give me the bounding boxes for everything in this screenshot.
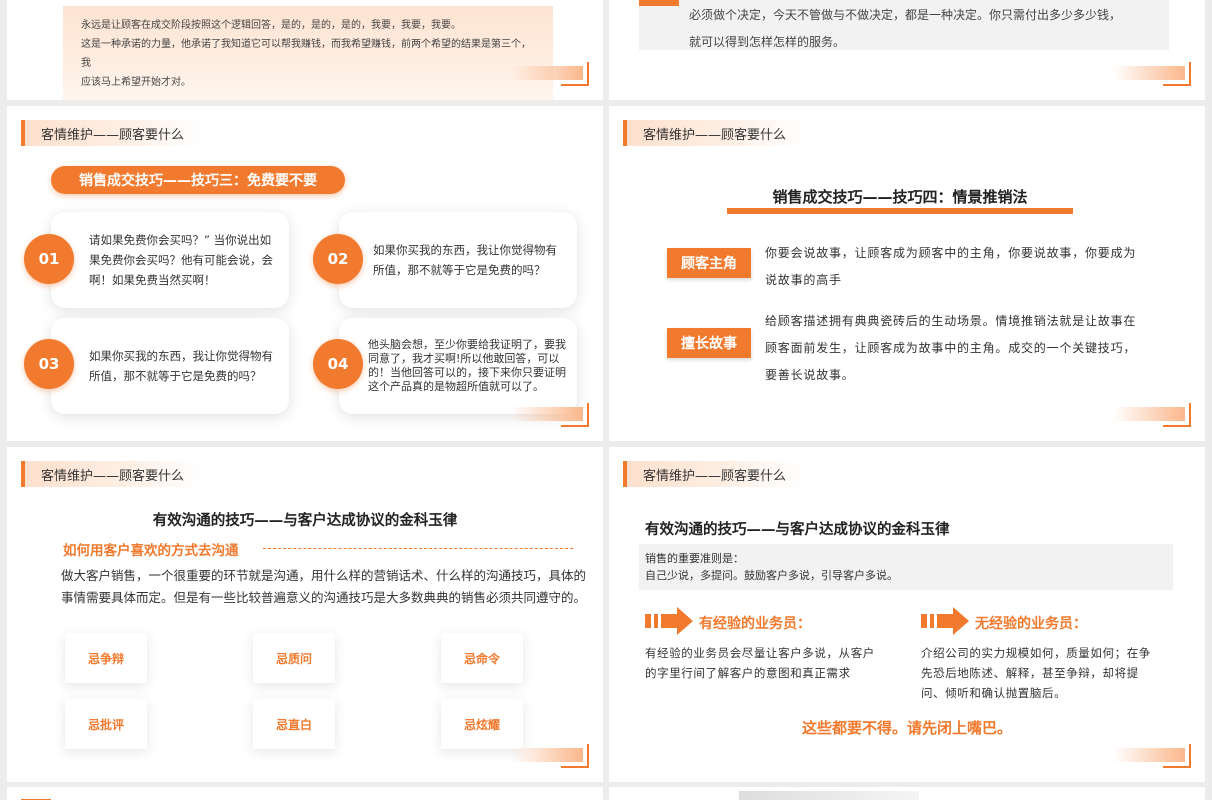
keyword-box: 擅长故事 [667, 328, 751, 358]
corner-decoration [1111, 62, 1191, 86]
inexperienced-heading: 无经验的业务员： [975, 616, 1087, 632]
slide-subtitle: 如何用客户喜欢的方式去沟通 [63, 543, 239, 559]
slide-thumbnail[interactable]: 客情维护——顾客要什么 有效沟通的技巧——与客户达成协议的金科玉律 如何用客户喜… [7, 447, 603, 782]
tip-card-text: 如果你买我的东西，我让你觉得物有所值，那不就等于它是免费的吗？ [373, 243, 557, 277]
dashed-divider [263, 548, 573, 549]
quote-line: 永远是让顾客在成交阶段按照这个逻辑回答，是的，是的，是的，我要，我要，我要。 [81, 20, 461, 31]
tip-card: 他头脑会想，至少你要给我证明了，要我同意了，我才买啊!所以他敢回答，可以的！当他… [339, 318, 577, 414]
body-paragraph: 做大客户销售，一个很重要的环节就是沟通，用什么样的营销话术、什么样的沟通技巧，具… [61, 568, 587, 605]
slide-thumbnail[interactable]: 必须做个决定，今天不管做与不做决定，都是一种决定。你只需付出多少多少钱， 就可以… [609, 0, 1205, 100]
taboo-card: 忌批评 [65, 699, 147, 749]
text-line: 就可以得到怎样怎样的服务。 [689, 35, 846, 49]
step-number-badge: 01 [24, 234, 74, 284]
slide-thumbnail[interactable]: 客情维护——顾客要什么 销售成交技巧——技巧四：情景推销法 顾客主角 你要会说故… [609, 106, 1205, 441]
tip-card-text: 如果你买我的东西，我让你觉得物有所值，那不就等于它是免费的吗？ [89, 349, 273, 383]
tip-card-text: 请如果免费你会买吗？” 当你说出如果免费你会买吗？他有可能会说，会啊！如果免费当… [89, 233, 273, 287]
slide-title: 有效沟通的技巧——与客户达成协议的金科玉律 [152, 513, 458, 529]
taboo-card: 忌直白 [253, 699, 335, 749]
section-tag: 客情维护——顾客要什么 [21, 120, 201, 146]
section-tag: 客情维护——顾客要什么 [623, 120, 803, 146]
slide-thumbnail[interactable]: 客情维护——顾客要什么 销售成交技巧——技巧三：免费要不要 请如果免费你会买吗？… [7, 106, 603, 441]
quote-box: 永远是让顾客在成交阶段按照这个逻辑回答，是的，是的，是的，我要，我要，我要。 这… [63, 6, 553, 100]
corner-decoration [1111, 744, 1191, 768]
taboo-card: 忌命令 [441, 633, 523, 683]
taboo-card: 忌质问 [253, 633, 335, 683]
rule-box: 销售的重要准则是： 自己少说，多提问。鼓励客户多说，引导客户多说。 [639, 544, 1173, 590]
rule-line: 销售的重要准则是： [645, 552, 744, 565]
rule-line: 自己少说，多提问。鼓励客户多说，引导客户多说。 [645, 569, 898, 582]
tip-card: 请如果免费你会买吗？” 当你说出如果免费你会买吗？他有可能会说，会啊！如果免费当… [51, 212, 289, 308]
tip-card-text: 他头脑会想，至少你要给我证明了，要我同意了，我才买啊!所以他敢回答，可以的！当他… [368, 338, 566, 393]
section-tag: 客情维护——顾客要什么 [21, 461, 201, 487]
quote-line: 应该马上希望开始才对。 [81, 77, 191, 88]
inexperienced-text: 介绍公司的实力规模如何，质量如何；在争先恐后地陈述、解释，甚至争辩，却将提问、倾… [921, 646, 1151, 700]
step-number-badge: 04 [313, 339, 363, 389]
quote-line: 这是一种承诺的力量，他承诺了我知道它可以帮我赚钱，而我希望赚钱，前两个希望的结果… [81, 39, 531, 69]
step-number-badge: 02 [313, 234, 363, 284]
slide-title: 有效沟通的技巧——与客户达成协议的金科玉律 [645, 522, 950, 538]
taboo-card: 忌争辩 [65, 633, 147, 683]
experienced-heading: 有经验的业务员： [699, 616, 811, 632]
experienced-text: 有经验的业务员会尽量让客户多说，从客户的字里行间了解客户的意图和真正需求 [645, 646, 875, 680]
slide-thumbnail[interactable] [7, 787, 603, 800]
arrow-right-icon [645, 607, 693, 635]
arrow-right-icon [921, 607, 969, 635]
keyword-description: 给顾客描述拥有典典瓷砖后的生动场景。情境推销法就是让故事在顾客面前发生，让顾客成… [765, 314, 1137, 382]
image-placeholder [739, 791, 919, 800]
corner-decoration [509, 62, 589, 86]
slide-title: 销售成交技巧——技巧四：情景推销法 [772, 188, 1028, 206]
accent-block [639, 0, 679, 6]
closing-statement: 这些都要不得。请先闭上嘴巴。 [801, 719, 1012, 737]
keyword-box: 顾客主角 [667, 248, 751, 278]
corner-decoration [509, 403, 589, 427]
corner-decoration [1111, 403, 1191, 427]
keyword-description: 你要会说故事，让顾客成为顾客中的主角，你要说故事，你要成为说故事的高手 [765, 246, 1137, 287]
slide-thumbnail[interactable] [609, 787, 1205, 800]
tip-card: 如果你买我的东西，我让你觉得物有所值，那不就等于它是免费的吗？ [51, 318, 289, 414]
text-line: 必须做个决定，今天不管做与不做决定，都是一种决定。你只需付出多少多少钱， [689, 8, 1122, 22]
tip-card: 如果你买我的东西，我让你觉得物有所值，那不就等于它是免费的吗？ [339, 212, 577, 308]
slide-title-pill: 销售成交技巧——技巧三：免费要不要 [51, 166, 345, 194]
section-tag: 客情维护——顾客要什么 [623, 461, 803, 487]
corner-decoration [509, 744, 589, 768]
step-number-badge: 03 [24, 339, 74, 389]
slide-thumbnail[interactable]: 客情维护——顾客要什么 有效沟通的技巧——与客户达成协议的金科玉律 销售的重要准… [609, 447, 1205, 782]
slide-thumbnail[interactable]: 永远是让顾客在成交阶段按照这个逻辑回答，是的，是的，是的，我要，我要，我要。 这… [7, 0, 603, 100]
taboo-card: 忌炫耀 [441, 699, 523, 749]
text-box: 必须做个决定，今天不管做与不做决定，都是一种决定。你只需付出多少多少钱， 就可以… [639, 0, 1169, 50]
title-underline [727, 208, 1073, 214]
